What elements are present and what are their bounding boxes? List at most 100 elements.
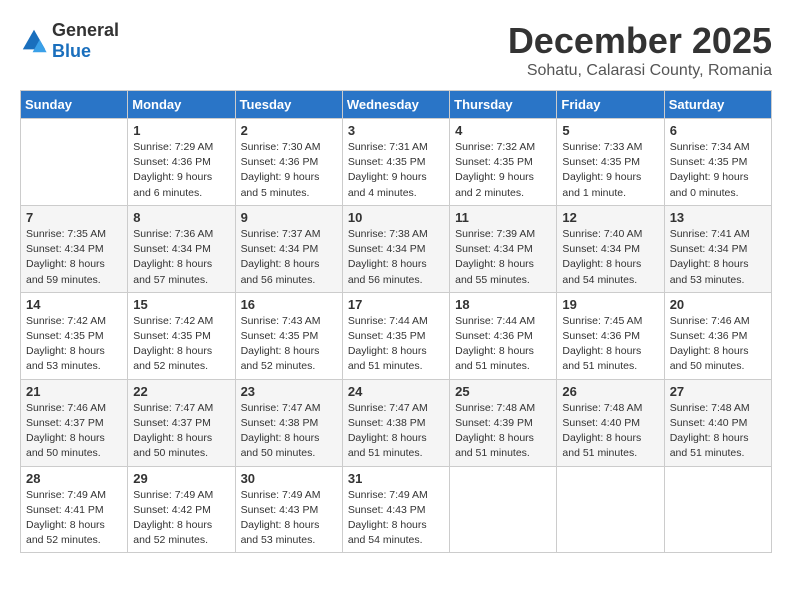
calendar-cell (21, 119, 128, 206)
day-number: 28 (26, 471, 122, 486)
day-info: Sunrise: 7:37 AM Sunset: 4:34 PM Dayligh… (241, 227, 337, 288)
day-info: Sunrise: 7:32 AM Sunset: 4:35 PM Dayligh… (455, 140, 551, 201)
calendar-cell: 2 Sunrise: 7:30 AM Sunset: 4:36 PM Dayli… (235, 119, 342, 206)
logo: General Blue (20, 20, 119, 62)
day-info: Sunrise: 7:36 AM Sunset: 4:34 PM Dayligh… (133, 227, 229, 288)
day-info: Sunrise: 7:29 AM Sunset: 4:36 PM Dayligh… (133, 140, 229, 201)
day-info: Sunrise: 7:48 AM Sunset: 4:39 PM Dayligh… (455, 401, 551, 462)
day-number: 2 (241, 123, 337, 138)
day-number: 25 (455, 384, 551, 399)
title-area: December 2025 Sohatu, Calarasi County, R… (508, 20, 772, 80)
calendar-cell: 23 Sunrise: 7:47 AM Sunset: 4:38 PM Dayl… (235, 379, 342, 466)
week-row-5: 28 Sunrise: 7:49 AM Sunset: 4:41 PM Dayl… (21, 466, 772, 553)
calendar-cell: 11 Sunrise: 7:39 AM Sunset: 4:34 PM Dayl… (450, 205, 557, 292)
day-number: 22 (133, 384, 229, 399)
calendar-cell: 31 Sunrise: 7:49 AM Sunset: 4:43 PM Dayl… (342, 466, 449, 553)
week-row-2: 7 Sunrise: 7:35 AM Sunset: 4:34 PM Dayli… (21, 205, 772, 292)
day-info: Sunrise: 7:42 AM Sunset: 4:35 PM Dayligh… (133, 314, 229, 375)
day-number: 5 (562, 123, 658, 138)
calendar-cell: 18 Sunrise: 7:44 AM Sunset: 4:36 PM Dayl… (450, 292, 557, 379)
day-info: Sunrise: 7:34 AM Sunset: 4:35 PM Dayligh… (670, 140, 766, 201)
calendar-cell (664, 466, 771, 553)
day-number: 3 (348, 123, 444, 138)
day-info: Sunrise: 7:33 AM Sunset: 4:35 PM Dayligh… (562, 140, 658, 201)
day-number: 30 (241, 471, 337, 486)
day-info: Sunrise: 7:38 AM Sunset: 4:34 PM Dayligh… (348, 227, 444, 288)
logo-icon (20, 27, 48, 55)
day-number: 9 (241, 210, 337, 225)
weekday-header-saturday: Saturday (664, 91, 771, 119)
calendar-cell: 29 Sunrise: 7:49 AM Sunset: 4:42 PM Dayl… (128, 466, 235, 553)
day-info: Sunrise: 7:48 AM Sunset: 4:40 PM Dayligh… (670, 401, 766, 462)
day-info: Sunrise: 7:46 AM Sunset: 4:36 PM Dayligh… (670, 314, 766, 375)
day-number: 15 (133, 297, 229, 312)
day-number: 14 (26, 297, 122, 312)
logo-general-text: General (52, 20, 119, 41)
calendar-cell: 13 Sunrise: 7:41 AM Sunset: 4:34 PM Dayl… (664, 205, 771, 292)
calendar-cell: 16 Sunrise: 7:43 AM Sunset: 4:35 PM Dayl… (235, 292, 342, 379)
day-info: Sunrise: 7:45 AM Sunset: 4:36 PM Dayligh… (562, 314, 658, 375)
day-info: Sunrise: 7:48 AM Sunset: 4:40 PM Dayligh… (562, 401, 658, 462)
weekday-header-sunday: Sunday (21, 91, 128, 119)
calendar-cell: 25 Sunrise: 7:48 AM Sunset: 4:39 PM Dayl… (450, 379, 557, 466)
week-row-1: 1 Sunrise: 7:29 AM Sunset: 4:36 PM Dayli… (21, 119, 772, 206)
day-info: Sunrise: 7:47 AM Sunset: 4:38 PM Dayligh… (241, 401, 337, 462)
day-info: Sunrise: 7:47 AM Sunset: 4:38 PM Dayligh… (348, 401, 444, 462)
day-number: 10 (348, 210, 444, 225)
day-info: Sunrise: 7:49 AM Sunset: 4:42 PM Dayligh… (133, 488, 229, 549)
day-number: 11 (455, 210, 551, 225)
calendar-cell: 6 Sunrise: 7:34 AM Sunset: 4:35 PM Dayli… (664, 119, 771, 206)
day-number: 8 (133, 210, 229, 225)
day-info: Sunrise: 7:47 AM Sunset: 4:37 PM Dayligh… (133, 401, 229, 462)
day-number: 13 (670, 210, 766, 225)
month-title: December 2025 (508, 20, 772, 62)
logo-blue-text: Blue (52, 41, 91, 61)
subtitle: Sohatu, Calarasi County, Romania (508, 62, 772, 80)
week-row-3: 14 Sunrise: 7:42 AM Sunset: 4:35 PM Dayl… (21, 292, 772, 379)
calendar-cell: 20 Sunrise: 7:46 AM Sunset: 4:36 PM Dayl… (664, 292, 771, 379)
calendar-cell: 4 Sunrise: 7:32 AM Sunset: 4:35 PM Dayli… (450, 119, 557, 206)
calendar-cell: 15 Sunrise: 7:42 AM Sunset: 4:35 PM Dayl… (128, 292, 235, 379)
day-number: 24 (348, 384, 444, 399)
calendar-cell: 17 Sunrise: 7:44 AM Sunset: 4:35 PM Dayl… (342, 292, 449, 379)
day-info: Sunrise: 7:39 AM Sunset: 4:34 PM Dayligh… (455, 227, 551, 288)
calendar-cell: 8 Sunrise: 7:36 AM Sunset: 4:34 PM Dayli… (128, 205, 235, 292)
calendar-cell: 7 Sunrise: 7:35 AM Sunset: 4:34 PM Dayli… (21, 205, 128, 292)
day-number: 27 (670, 384, 766, 399)
calendar-cell: 14 Sunrise: 7:42 AM Sunset: 4:35 PM Dayl… (21, 292, 128, 379)
weekday-header-tuesday: Tuesday (235, 91, 342, 119)
day-info: Sunrise: 7:44 AM Sunset: 4:36 PM Dayligh… (455, 314, 551, 375)
calendar-cell: 1 Sunrise: 7:29 AM Sunset: 4:36 PM Dayli… (128, 119, 235, 206)
day-info: Sunrise: 7:49 AM Sunset: 4:43 PM Dayligh… (348, 488, 444, 549)
day-info: Sunrise: 7:43 AM Sunset: 4:35 PM Dayligh… (241, 314, 337, 375)
calendar-cell: 24 Sunrise: 7:47 AM Sunset: 4:38 PM Dayl… (342, 379, 449, 466)
calendar: SundayMondayTuesdayWednesdayThursdayFrid… (20, 90, 772, 553)
calendar-cell (557, 466, 664, 553)
day-number: 7 (26, 210, 122, 225)
calendar-cell: 19 Sunrise: 7:45 AM Sunset: 4:36 PM Dayl… (557, 292, 664, 379)
calendar-cell: 27 Sunrise: 7:48 AM Sunset: 4:40 PM Dayl… (664, 379, 771, 466)
day-info: Sunrise: 7:35 AM Sunset: 4:34 PM Dayligh… (26, 227, 122, 288)
calendar-cell: 26 Sunrise: 7:48 AM Sunset: 4:40 PM Dayl… (557, 379, 664, 466)
day-number: 26 (562, 384, 658, 399)
calendar-cell: 9 Sunrise: 7:37 AM Sunset: 4:34 PM Dayli… (235, 205, 342, 292)
calendar-cell: 5 Sunrise: 7:33 AM Sunset: 4:35 PM Dayli… (557, 119, 664, 206)
calendar-cell: 30 Sunrise: 7:49 AM Sunset: 4:43 PM Dayl… (235, 466, 342, 553)
day-number: 29 (133, 471, 229, 486)
day-number: 20 (670, 297, 766, 312)
day-info: Sunrise: 7:31 AM Sunset: 4:35 PM Dayligh… (348, 140, 444, 201)
day-number: 4 (455, 123, 551, 138)
day-number: 31 (348, 471, 444, 486)
day-info: Sunrise: 7:41 AM Sunset: 4:34 PM Dayligh… (670, 227, 766, 288)
weekday-header-friday: Friday (557, 91, 664, 119)
calendar-cell: 22 Sunrise: 7:47 AM Sunset: 4:37 PM Dayl… (128, 379, 235, 466)
day-number: 21 (26, 384, 122, 399)
day-info: Sunrise: 7:49 AM Sunset: 4:41 PM Dayligh… (26, 488, 122, 549)
calendar-cell: 21 Sunrise: 7:46 AM Sunset: 4:37 PM Dayl… (21, 379, 128, 466)
day-number: 23 (241, 384, 337, 399)
day-info: Sunrise: 7:46 AM Sunset: 4:37 PM Dayligh… (26, 401, 122, 462)
day-info: Sunrise: 7:30 AM Sunset: 4:36 PM Dayligh… (241, 140, 337, 201)
day-number: 18 (455, 297, 551, 312)
day-number: 17 (348, 297, 444, 312)
day-info: Sunrise: 7:42 AM Sunset: 4:35 PM Dayligh… (26, 314, 122, 375)
